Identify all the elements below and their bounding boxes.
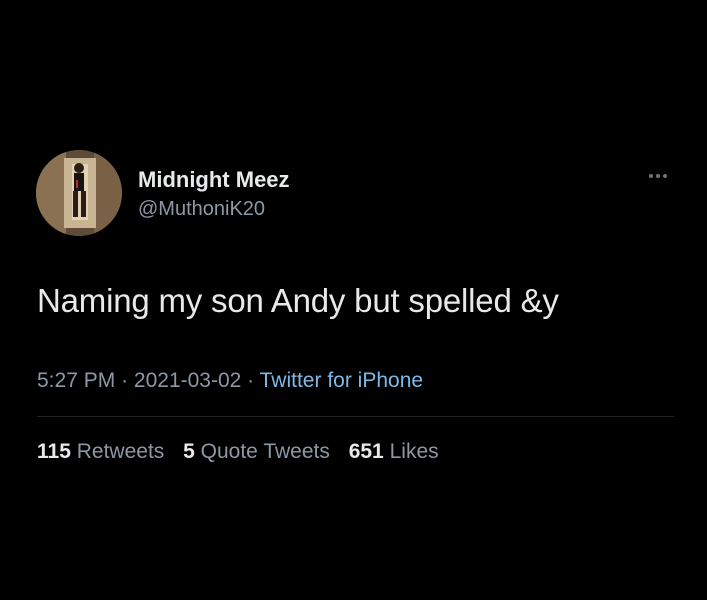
tweet-time[interactable]: 5:27 PM: [37, 369, 115, 392]
avatar[interactable]: [36, 150, 122, 236]
likes-stat[interactable]: 651 Likes: [349, 440, 439, 463]
tweet-meta: 5:27 PM · 2021-03-02 · Twitter for iPhon…: [37, 369, 423, 393]
likes-count: 651: [348, 440, 384, 463]
display-name[interactable]: Midnight Meez: [138, 167, 290, 193]
profile-photo-icon: [36, 150, 122, 236]
meta-separator: ·: [247, 369, 255, 392]
retweets-stat[interactable]: 115 Retweets: [37, 440, 170, 463]
tweet-stats: 115 Retweets 5 Quote Tweets 651 Likes: [37, 440, 452, 464]
quote-tweets-label: Quote Tweets: [200, 440, 330, 463]
more-dot: [663, 174, 667, 178]
tweet-source-link[interactable]: Twitter for iPhone: [260, 369, 423, 392]
quote-tweets-stat[interactable]: 5 Quote Tweets: [183, 440, 336, 463]
meta-separator: ·: [121, 369, 129, 392]
more-horizontal-icon[interactable]: [640, 164, 676, 188]
more-dot: [649, 174, 653, 178]
retweets-count: 115: [37, 440, 71, 463]
likes-label: Likes: [389, 440, 439, 463]
retweets-label: Retweets: [76, 440, 165, 463]
more-dot: [656, 174, 660, 178]
user-handle[interactable]: @MuthoniK20: [138, 198, 265, 221]
tweet-text: Naming my son Andy but spelled &y: [37, 282, 559, 319]
divider: [37, 416, 674, 417]
quote-tweets-count: 5: [183, 440, 195, 463]
tweet-card: Midnight Meez @MuthoniK20 Naming my son …: [0, 0, 707, 600]
tweet-date[interactable]: 2021-03-02: [134, 369, 241, 392]
